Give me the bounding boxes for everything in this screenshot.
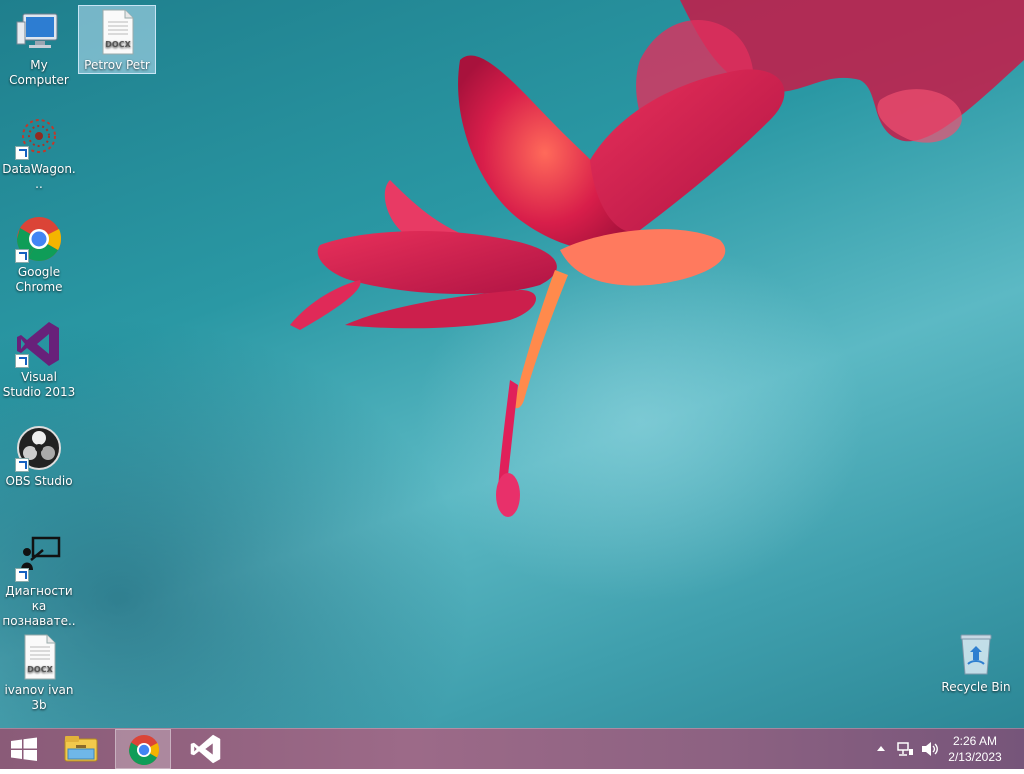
chrome-icon <box>15 215 63 263</box>
desktop-icon-google-chrome[interactable]: Google Chrome <box>0 213 78 297</box>
taskbar-visual-studio[interactable] <box>177 729 233 769</box>
shortcut-arrow-icon <box>15 146 29 160</box>
visual-studio-icon <box>15 320 63 368</box>
shortcut-arrow-icon <box>15 458 29 472</box>
desktop-icon-recycle-bin[interactable]: Recycle Bin <box>936 628 1016 698</box>
desktop-icon-petrov-petr[interactable]: DOCX Petrov Petr <box>78 5 156 74</box>
file-explorer-icon <box>64 736 98 762</box>
visual-studio-icon <box>190 734 221 764</box>
obs-studio-icon <box>15 424 63 472</box>
desktop[interactable]: My Computer DOCX Petrov Petr DataWagon..… <box>0 0 1024 728</box>
recycle-bin-icon <box>952 630 1000 678</box>
shortcut-arrow-icon <box>15 354 29 368</box>
wallpaper-flower <box>290 0 1024 517</box>
volume-icon[interactable] <box>920 740 940 758</box>
clock[interactable]: 2:26 AM 2/13/2023 <box>940 733 1010 765</box>
desktop-icon-visual-studio[interactable]: Visual Studio 2013 <box>0 318 78 402</box>
desktop-icon-label: ivanov ivan 3b <box>4 683 74 712</box>
network-icon[interactable] <box>896 740 914 758</box>
desktop-icon-label: Petrov Petr <box>84 58 150 72</box>
datawagon-icon <box>15 112 63 160</box>
diagnostics-icon <box>15 534 63 582</box>
file-type-tag: DOCX <box>27 665 53 674</box>
computer-icon <box>15 8 63 56</box>
desktop-icon-label: Visual Studio 2013 <box>2 370 76 399</box>
desktop-icon-ivanov-ivan[interactable]: DOCX ivanov ivan 3b <box>0 631 78 715</box>
docx-file-icon: DOCX <box>93 8 141 56</box>
desktop-icon-label: OBS Studio <box>5 474 73 488</box>
shortcut-arrow-icon <box>15 249 29 263</box>
desktop-icon-datawagon[interactable]: DataWagon... <box>0 110 78 191</box>
desktop-icon-label: DataWagon... <box>2 162 76 191</box>
taskbar: 2:26 AM 2/13/2023 <box>0 728 1024 769</box>
clock-time: 2:26 AM <box>952 734 998 748</box>
shortcut-arrow-icon <box>15 568 29 582</box>
taskbar-file-explorer[interactable] <box>54 729 110 769</box>
desktop-icon-label: Recycle Bin <box>941 680 1011 694</box>
desktop-icon-my-computer[interactable]: My Computer <box>0 6 78 87</box>
clock-date: 2/13/2023 <box>948 750 1002 764</box>
start-button[interactable] <box>0 729 48 769</box>
chrome-icon <box>129 735 160 766</box>
show-hidden-icons-chevron[interactable] <box>874 741 888 757</box>
desktop-icon-diagnostics[interactable]: Диагностика познавате... <box>0 532 78 643</box>
desktop-icon-label: My Computer <box>9 58 69 87</box>
desktop-icon-obs-studio[interactable]: OBS Studio <box>0 422 78 492</box>
file-type-tag: DOCX <box>105 40 131 49</box>
docx-file-icon: DOCX <box>15 633 63 681</box>
start-icon <box>11 737 37 761</box>
desktop-icon-label: Google Chrome <box>15 265 63 294</box>
taskbar-google-chrome[interactable] <box>115 729 171 769</box>
